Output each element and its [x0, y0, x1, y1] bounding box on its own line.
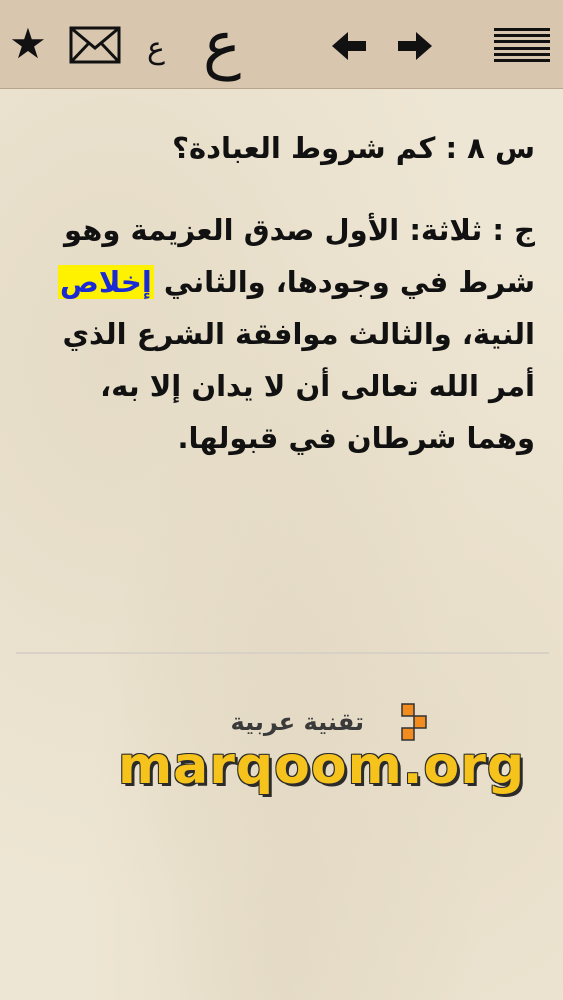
site-logo[interactable]: تقنية عربية marqoom.org: [118, 700, 524, 810]
favorite-star-icon[interactable]: ★: [6, 20, 50, 68]
previous-arrow-icon[interactable]: [330, 28, 368, 64]
toolbar: ★ ع ع: [0, 0, 563, 89]
logo-arabic-text: تقنية عربية: [230, 708, 364, 736]
article-text: س ٨ : كم شروط العبادة؟ ج : ثلاثة: الأول …: [30, 120, 535, 464]
highlighted-word: إخلاص: [57, 265, 154, 299]
increase-font-button[interactable]: ع: [198, 6, 246, 84]
mail-icon[interactable]: [68, 24, 122, 66]
logo-site-text: marqoom.org: [118, 736, 526, 796]
answer-part-2: النية، والثالث موافقة الشرع الذي أمر الل…: [62, 317, 535, 455]
decrease-font-button[interactable]: ع: [143, 28, 169, 68]
next-arrow-icon[interactable]: [396, 28, 434, 64]
answer-text: ج : ثلاثة: الأول صدق العزيمة وهو شرط في …: [30, 204, 535, 464]
question-text: س ٨ : كم شروط العبادة؟: [172, 131, 535, 165]
divider: [16, 652, 549, 654]
menu-icon[interactable]: [494, 28, 550, 62]
